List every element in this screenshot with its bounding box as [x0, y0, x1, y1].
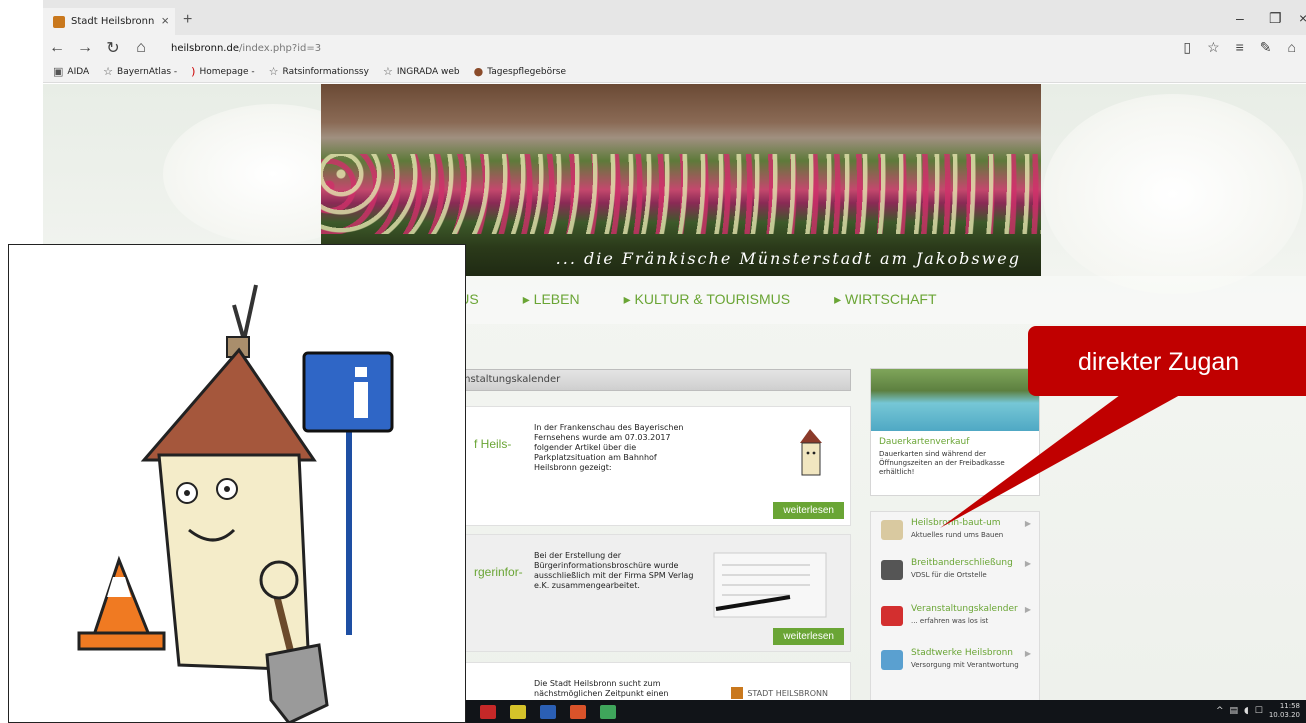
refresh-icon[interactable]: ↻ — [99, 38, 127, 58]
tab-close-icon[interactable]: × — [161, 13, 169, 28]
restore-button[interactable]: ❐ — [1269, 10, 1282, 27]
section-header: anstaltungskalender — [451, 369, 851, 391]
news-title[interactable]: rgerinfor- — [474, 565, 523, 579]
mascot-illustration — [8, 244, 466, 723]
waves-icon — [881, 650, 903, 670]
minimize-button[interactable]: – — [1236, 10, 1244, 26]
chevron-right-icon: ▶ — [1024, 605, 1031, 614]
system-tray: ^ ▤ ◖ ☐ 11:58 10.03.20 — [1216, 702, 1300, 720]
notification-icon[interactable]: ☐ — [1255, 706, 1263, 716]
news-item: rgerinfor- Bei der Erstellung der Bürger… — [451, 534, 851, 652]
quicklink-breitband[interactable]: Breitbanderschließung VDSL für die Ortst… — [871, 552, 1041, 590]
tab-title: Stadt Heilsbronn | Starts — [71, 16, 156, 27]
star-icon: ☆ — [103, 65, 114, 78]
url-field[interactable]: heilsbronn.de /index.php?id=3 — [171, 39, 321, 57]
favorite-homepage[interactable]: ) Homepage - — [191, 65, 254, 78]
mascot-thumbnail — [800, 429, 822, 476]
map-icon: ▣ — [53, 65, 64, 78]
quicklink-heilsbronn-baut-um[interactable]: Heilsbronn-baut-um Aktuelles rund ums Ba… — [871, 512, 1041, 550]
nav-leben[interactable]: ▸ LEBEN — [523, 291, 580, 308]
main-navigation: ATHAUS ▸ LEBEN ▸ KULTUR & TOURISMUS ▸ WI… — [423, 279, 937, 319]
chevron-right-icon: ▶ — [1024, 649, 1031, 658]
favorite-aida[interactable]: ▣ AIDA — [53, 65, 89, 78]
house-icon — [881, 520, 903, 540]
background-flower — [1043, 94, 1303, 294]
bookmark-icon: ) — [191, 65, 196, 78]
network-icon[interactable]: ▤ — [1229, 706, 1238, 716]
teaser-text: Dauerkarten sind während der Öffnungszei… — [879, 450, 1005, 476]
url-host: heilsbronn.de — [171, 42, 239, 54]
calendar-icon — [881, 606, 903, 626]
news-title[interactable]: f Heils- — [474, 437, 511, 451]
tab-bar: Stadt Heilsbronn | Starts × + – ❐ × — [43, 0, 1306, 35]
image-app-icon[interactable] — [600, 704, 616, 719]
address-bar-row: ← → ↻ ⌂ heilsbronn.de /index.php?id=3 ▯ … — [43, 35, 1306, 61]
site-favicon-icon — [53, 15, 65, 28]
nav-wirtschaft[interactable]: ▸ WIRTSCHAFT — [834, 291, 936, 308]
quicklink-stadtwerke[interactable]: Stadtwerke Heilsbronn Versorgung mit Ver… — [871, 642, 1041, 680]
favorite-star-icon[interactable]: ☆ — [1207, 39, 1220, 56]
new-tab-button[interactable]: + — [183, 11, 192, 29]
news-text: Bei der Erstellung der Bürgerinformation… — [534, 551, 694, 590]
pool-image — [871, 369, 1039, 431]
read-more-button[interactable]: weiterlesen — [773, 628, 844, 645]
mascot-drawing — [77, 284, 394, 723]
banner-slogan: ... die Fränkische Münsterstadt am Jakob… — [555, 249, 1021, 268]
callout-text: direkter Zugan — [1078, 348, 1240, 376]
bookmark-icon: ● — [473, 65, 484, 78]
pdf-app-icon[interactable] — [480, 704, 496, 719]
star-icon: ☆ — [268, 65, 279, 78]
favorite-tagespflege[interactable]: ● Tagespflegebörse — [474, 65, 566, 78]
system-clock[interactable]: 11:58 10.03.20 — [1269, 702, 1300, 720]
favorite-bayernatlas[interactable]: ☆ BayernAtlas - — [103, 65, 177, 78]
city-crest-icon — [731, 687, 744, 699]
news-text: Die Stadt Heilsbronn sucht zum nächstmög… — [534, 679, 669, 698]
favorite-ratsinformation[interactable]: ☆ Ratsinformationssy — [269, 65, 369, 78]
browser-tab[interactable]: Stadt Heilsbronn | Starts × — [43, 8, 175, 35]
favorites-bar: ▣ AIDA ☆ BayernAtlas - ) Homepage - ☆ Ratsin… — [43, 61, 1306, 83]
news-item: f Heils- In der Frankenschau des Bayeris… — [451, 406, 851, 526]
url-path: /index.php?id=3 — [238, 42, 322, 54]
read-more-button[interactable]: weiterlesen — [773, 502, 844, 519]
chevron-right-icon: ▶ — [1024, 519, 1031, 528]
forward-icon[interactable]: → — [71, 39, 99, 57]
download-icon — [881, 560, 903, 580]
nav-kultur-tourismus[interactable]: ▸ KULTUR & TOURISMUS — [624, 291, 791, 308]
back-icon[interactable]: ← — [43, 39, 71, 57]
city-logo: STADT HEILSBRONN — [731, 687, 828, 699]
hub-icon[interactable]: ≡ — [1236, 39, 1244, 56]
banner-flowers — [321, 154, 1041, 234]
callout-box: direkter Zugan — [1028, 326, 1306, 396]
reading-view-icon[interactable]: ▯ — [1183, 39, 1191, 56]
quicklink-veranstaltungskalender[interactable]: Veranstaltungskalender ... erfahren was … — [871, 598, 1041, 636]
pool-teaser[interactable]: Dauerkartenverkauf Dauerkarten sind währ… — [870, 368, 1040, 496]
teaser-title[interactable]: Dauerkartenverkauf — [871, 431, 1039, 450]
note-icon[interactable]: ✎ — [1260, 39, 1272, 56]
powerpoint-app-icon[interactable] — [570, 704, 586, 719]
chevron-right-icon: ▶ — [1024, 559, 1031, 568]
editor-app-icon[interactable] — [510, 704, 526, 719]
taskbar: ^ ▤ ◖ ☐ 11:58 10.03.20 — [466, 700, 1306, 723]
info-sign-icon — [302, 351, 394, 433]
volume-icon[interactable]: ◖ — [1244, 706, 1249, 716]
share-icon[interactable]: ⌂ — [1288, 39, 1296, 56]
star-icon: ☆ — [382, 65, 393, 78]
news-item: Die Stadt Heilsbronn sucht zum nächstmög… — [451, 662, 851, 700]
home-icon[interactable]: ⌂ — [127, 39, 155, 57]
quicklinks-panel: Heilsbronn-baut-um Aktuelles rund ums Ba… — [870, 511, 1040, 700]
document-pen-thumbnail — [713, 552, 827, 618]
tray-chevron-icon[interactable]: ^ — [1216, 706, 1224, 716]
favorite-ingrada[interactable]: ☆ INGRADA web — [383, 65, 460, 78]
news-text: In der Frankenschau des Bayerischen Fern… — [534, 423, 684, 472]
word-app-icon[interactable] — [540, 704, 556, 719]
close-window-button[interactable]: × — [1299, 10, 1306, 26]
